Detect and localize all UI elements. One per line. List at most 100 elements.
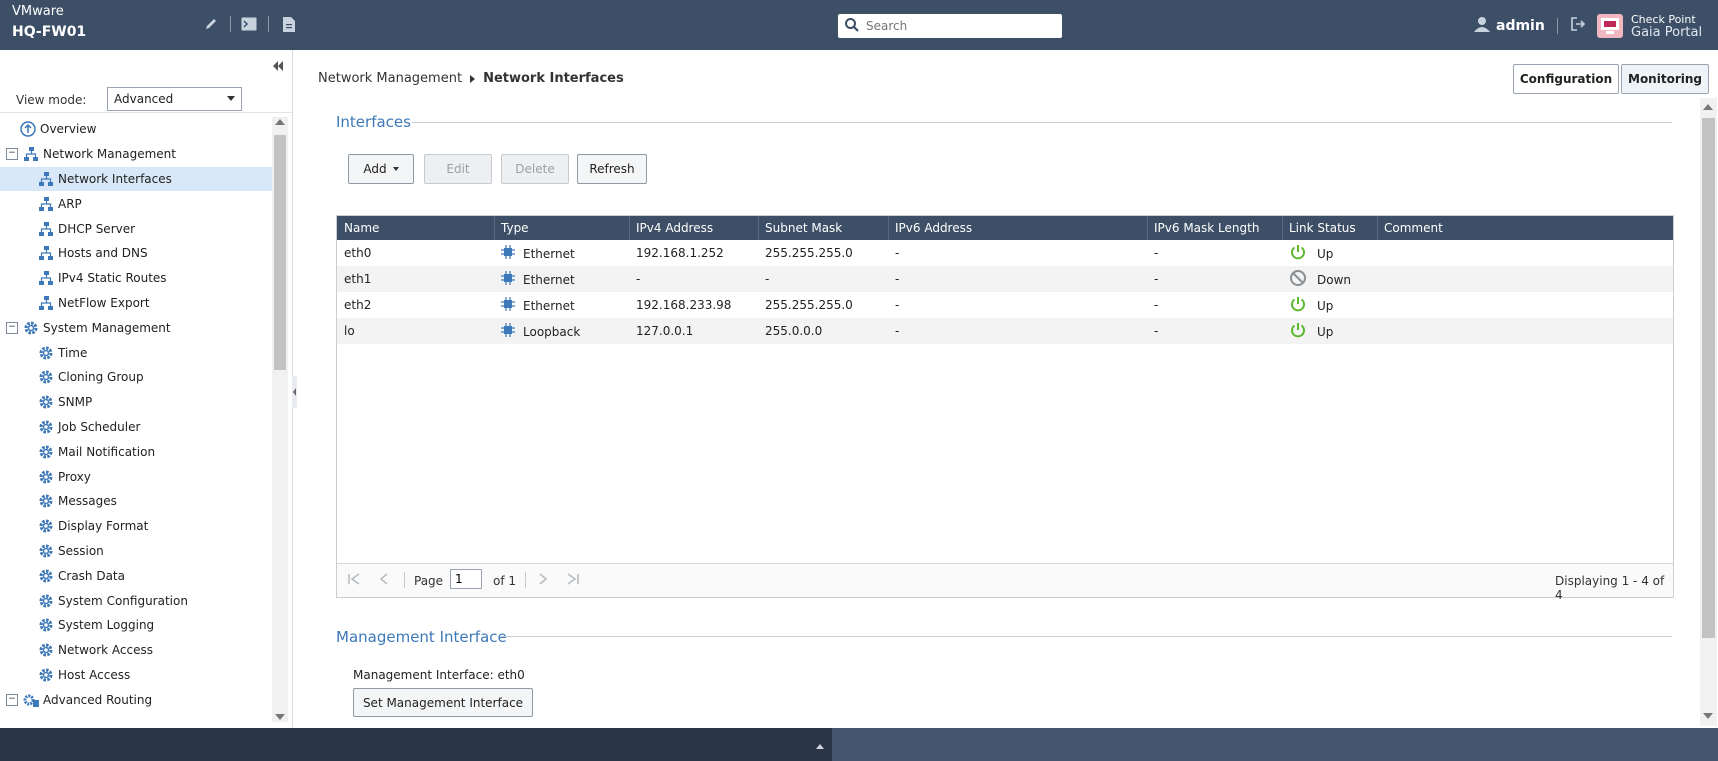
sidebar-item-cloning-group[interactable]: Cloning Group <box>0 365 272 390</box>
toolbar-divider <box>1556 17 1558 34</box>
sidebar-item-label: Display Format <box>58 519 149 534</box>
scroll-up-icon[interactable] <box>275 119 285 125</box>
sidebar-item-label: Network Interfaces <box>58 171 172 186</box>
collapse-icon[interactable]: − <box>6 321 18 334</box>
sidebar-item-ipv4-static-routes[interactable]: IPv4 Static Routes <box>0 266 272 291</box>
column-header-type[interactable]: Type <box>501 221 529 235</box>
gear-icon <box>38 394 54 410</box>
cell-subnet: - <box>765 272 770 286</box>
sidebar-scrollbar-thumb[interactable] <box>274 135 286 370</box>
sidebar-item-system-configuration[interactable]: System Configuration <box>0 588 272 613</box>
sidebar-item-netflow-export[interactable]: NetFlow Export <box>0 291 272 316</box>
column-header-name[interactable]: Name <box>344 221 379 235</box>
terminal-icon[interactable] <box>239 14 259 34</box>
network-icon <box>38 171 54 187</box>
refresh-button[interactable]: Refresh <box>577 154 647 184</box>
displaying-count: Displaying 1 - 4 of 4 <box>1555 574 1665 602</box>
add-button[interactable]: Add <box>348 154 414 184</box>
cell-link-status: Up <box>1317 246 1334 261</box>
sidebar-item-display-format[interactable]: Display Format <box>0 514 272 539</box>
gear-icon <box>38 642 54 658</box>
sidebar-item-time[interactable]: Time <box>0 340 272 365</box>
top-bar: VMware HQ-FW01 admin Check Point Gaia Po… <box>0 0 1718 50</box>
sidebar-item-network-access[interactable]: Network Access <box>0 638 272 663</box>
column-divider <box>1147 216 1148 240</box>
gear-icon <box>38 345 54 361</box>
sidebar-item-crash-data[interactable]: Crash Data <box>0 563 272 588</box>
user-menu[interactable]: admin <box>1474 16 1586 35</box>
main-scrollbar-thumb[interactable] <box>1702 118 1715 638</box>
sidebar-item-network-management[interactable]: − Network Management <box>0 142 272 167</box>
section-divider <box>501 636 1672 637</box>
table-row[interactable]: eth0 Ethernet 192.168.1.252 255.255.255.… <box>337 240 1673 266</box>
document-icon[interactable] <box>279 14 299 34</box>
next-page-icon[interactable] <box>536 572 550 589</box>
sidebar-item-label: Messages <box>58 494 117 509</box>
table-row[interactable]: lo Loopback 127.0.0.1 255.0.0.0 - - Up <box>337 318 1673 344</box>
ethernet-icon <box>501 245 515 262</box>
column-header-link-status[interactable]: Link Status <box>1289 221 1356 235</box>
column-header-subnet[interactable]: Subnet Mask <box>765 221 842 235</box>
sidebar-item-dhcp-server[interactable]: DHCP Server <box>0 216 272 241</box>
previous-page-icon[interactable] <box>377 572 391 589</box>
scroll-down-icon[interactable] <box>1703 713 1713 719</box>
search-input[interactable] <box>864 17 1058 35</box>
last-page-icon[interactable] <box>566 572 580 589</box>
sidebar-item-advanced-routing[interactable]: − Advanced Routing <box>0 687 272 712</box>
sidebar-item-label: SNMP <box>58 395 93 410</box>
table-row[interactable]: eth2 Ethernet 192.168.233.98 255.255.255… <box>337 292 1673 318</box>
sidebar-item-network-interfaces[interactable]: Network Interfaces <box>0 166 272 192</box>
cell-type: Loopback <box>523 324 581 339</box>
collapse-icon[interactable]: − <box>6 693 18 706</box>
sidebar-item-messages[interactable]: Messages <box>0 489 272 514</box>
vendor-label: VMware <box>12 4 64 19</box>
sidebar-item-proxy[interactable]: Proxy <box>0 464 272 489</box>
network-icon <box>38 270 54 286</box>
logout-icon[interactable] <box>1570 16 1586 35</box>
sidebar-item-host-access[interactable]: Host Access <box>0 663 272 688</box>
collapse-sidebar-icon[interactable] <box>272 60 284 74</box>
page-number-input[interactable] <box>450 569 482 589</box>
hostname-label: HQ-FW01 <box>12 24 87 40</box>
set-management-interface-button[interactable]: Set Management Interface <box>353 688 533 717</box>
column-header-ipv4[interactable]: IPv4 Address <box>636 221 713 235</box>
sidebar-item-label: Cloning Group <box>58 370 144 385</box>
first-page-icon[interactable] <box>347 572 361 589</box>
gear-icon <box>23 320 39 336</box>
column-header-ipv6[interactable]: IPv6 Address <box>895 221 972 235</box>
view-mode-value: Advanced <box>114 92 174 106</box>
sidebar-item-system-logging[interactable]: System Logging <box>0 613 272 638</box>
splitter-handle[interactable] <box>292 376 297 408</box>
cell-ipv6-mask: - <box>1154 246 1159 260</box>
sidebar-item-hosts-dns[interactable]: Hosts and DNS <box>0 241 272 266</box>
sidebar-item-job-scheduler[interactable]: Job Scheduler <box>0 415 272 440</box>
cell-subnet: 255.255.255.0 <box>765 246 853 260</box>
sidebar-item-session[interactable]: Session <box>0 539 272 564</box>
search-box[interactable] <box>838 14 1062 38</box>
delete-button[interactable]: Delete <box>501 154 569 184</box>
column-header-ipv6-mask[interactable]: IPv6 Mask Length <box>1154 221 1259 235</box>
edit-button[interactable]: Edit <box>424 154 492 184</box>
cell-ipv6-mask: - <box>1154 272 1159 286</box>
scroll-down-icon[interactable] <box>275 714 285 720</box>
view-mode-select[interactable]: Advanced <box>107 87 242 111</box>
scroll-up-icon[interactable] <box>1703 104 1713 110</box>
sidebar-item-overview[interactable]: Overview <box>0 117 272 142</box>
gear-icon <box>38 469 54 485</box>
sidebar-item-snmp[interactable]: SNMP <box>0 390 272 415</box>
expand-up-icon[interactable] <box>816 744 824 749</box>
pencil-icon[interactable] <box>201 14 221 34</box>
configuration-button[interactable]: Configuration <box>1513 64 1619 94</box>
breadcrumb-parent[interactable]: Network Management <box>318 71 462 86</box>
sidebar-item-mail-notification[interactable]: Mail Notification <box>0 439 272 464</box>
gear-icon <box>38 369 54 385</box>
sidebar-item-system-management[interactable]: − System Management <box>0 315 272 340</box>
monitoring-button[interactable]: Monitoring <box>1621 64 1709 94</box>
column-header-comment[interactable]: Comment <box>1384 221 1443 235</box>
cell-ipv6: - <box>895 324 900 338</box>
collapse-icon[interactable]: − <box>6 148 18 161</box>
cell-link-status: Up <box>1317 298 1334 313</box>
sidebar-item-arp[interactable]: ARP <box>0 191 272 216</box>
management-section-title: Management Interface <box>336 628 507 646</box>
table-row[interactable]: eth1 Ethernet - - - - Down <box>337 266 1673 292</box>
